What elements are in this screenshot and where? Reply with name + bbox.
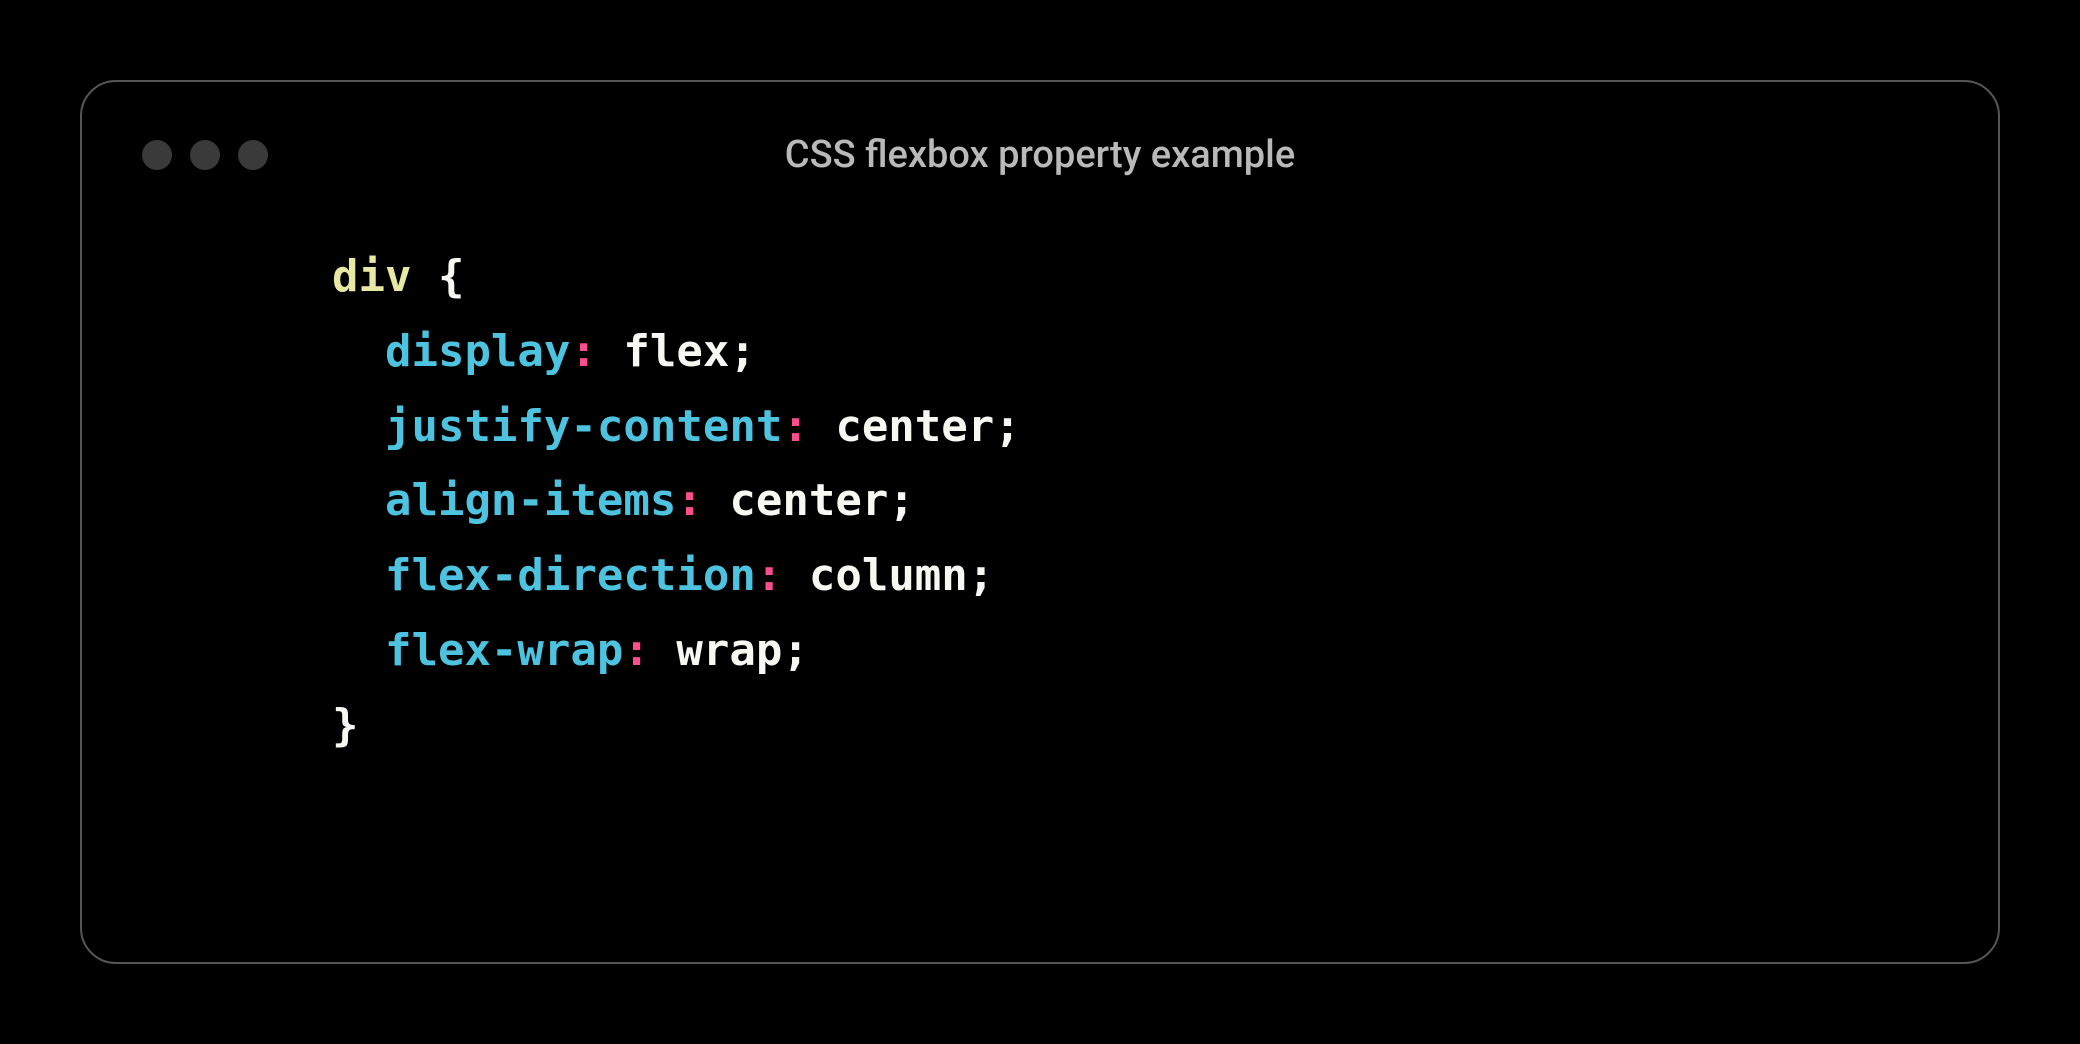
css-value: wrap <box>676 625 782 676</box>
css-semicolon: ; <box>888 475 915 526</box>
css-selector: div <box>332 251 411 302</box>
window-title: CSS flexbox property example <box>142 133 1938 177</box>
css-colon: : <box>756 550 783 601</box>
code-line-decl: align-items: center; <box>332 464 1938 539</box>
code-line-selector: div { <box>332 240 1938 315</box>
css-property: flex-direction <box>385 550 756 601</box>
code-line-decl: flex-wrap: wrap; <box>332 614 1938 689</box>
css-property: justify-content <box>385 401 782 452</box>
traffic-light-zoom-icon[interactable] <box>238 140 268 170</box>
css-value: flex <box>623 326 729 377</box>
css-value: column <box>809 550 968 601</box>
css-value: center <box>729 475 888 526</box>
traffic-light-close-icon[interactable] <box>142 140 172 170</box>
open-brace: { <box>438 251 465 302</box>
traffic-light-minimize-icon[interactable] <box>190 140 220 170</box>
css-semicolon: ; <box>729 326 756 377</box>
css-semicolon: ; <box>782 625 809 676</box>
css-colon: : <box>676 475 703 526</box>
css-colon: : <box>623 625 650 676</box>
code-line-decl: flex-direction: column; <box>332 539 1938 614</box>
code-line-decl: display: flex; <box>332 315 1938 390</box>
code-block: div { display: flex; justify-content: ce… <box>142 240 1938 764</box>
css-colon: : <box>570 326 597 377</box>
css-property: flex-wrap <box>385 625 623 676</box>
window-titlebar: CSS flexbox property example <box>142 130 1938 180</box>
css-property: align-items <box>385 475 676 526</box>
traffic-lights <box>142 140 268 170</box>
css-semicolon: ; <box>994 401 1021 452</box>
css-property: display <box>385 326 570 377</box>
code-window: CSS flexbox property example div { displ… <box>80 80 2000 964</box>
css-value: center <box>835 401 994 452</box>
code-line-close: } <box>332 689 1938 764</box>
css-colon: : <box>782 401 809 452</box>
close-brace: } <box>332 700 359 751</box>
css-semicolon: ; <box>968 550 995 601</box>
code-line-decl: justify-content: center; <box>332 390 1938 465</box>
